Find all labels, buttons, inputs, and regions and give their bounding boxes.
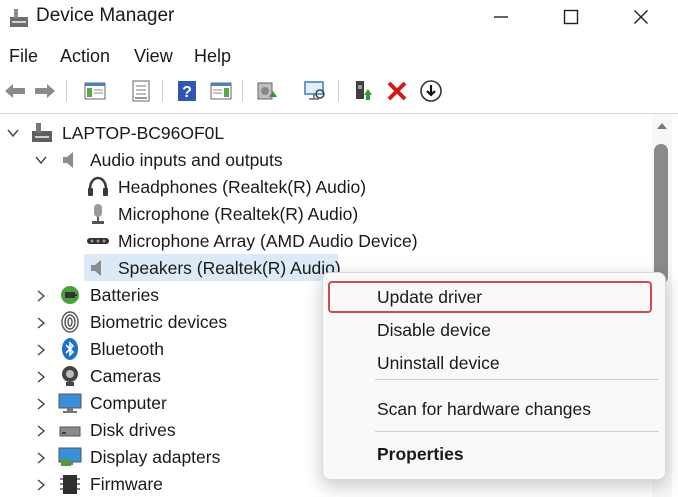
tree-category-batteries[interactable]: Batteries [90, 283, 159, 307]
context-menu-separator [375, 431, 659, 432]
minimize-button[interactable] [478, 0, 524, 34]
tree-category-firmware[interactable]: Firmware [90, 472, 163, 496]
scroll-up-arrow-icon[interactable] [655, 118, 669, 136]
title-bar: Device Manager [0, 0, 678, 34]
properties-sheet-icon[interactable] [128, 78, 154, 104]
chevron-right-icon[interactable] [34, 424, 48, 438]
tree-category-cameras[interactable]: Cameras [90, 364, 161, 388]
chevron-right-icon[interactable] [34, 451, 48, 465]
fingerprint-icon [58, 310, 82, 334]
context-menu-properties[interactable]: Properties [323, 437, 665, 471]
close-button[interactable] [618, 0, 664, 34]
update-driver-label: Update driver [377, 287, 483, 307]
tree-category-biometric[interactable]: Biometric devices [90, 310, 227, 334]
toolbar-separator [338, 80, 339, 102]
speaker-icon [86, 256, 110, 280]
show-hide-console-tree-icon[interactable] [82, 78, 108, 104]
toolbar: ? [0, 74, 678, 108]
device-manager-app-icon [8, 7, 30, 29]
update-driver-icon[interactable] [254, 78, 280, 104]
context-menu-uninstall-device[interactable]: Uninstall device [323, 346, 665, 380]
tree-device-microphone[interactable]: Microphone (Realtek(R) Audio) [118, 202, 358, 226]
menu-action[interactable]: Action [60, 44, 110, 68]
tree-device-microphone-array[interactable]: Microphone Array (AMD Audio Device) [118, 229, 418, 253]
help-icon[interactable]: ? [174, 78, 200, 104]
context-menu-scan-hardware[interactable]: Scan for hardware changes [323, 392, 665, 426]
chevron-right-icon[interactable] [34, 397, 48, 411]
tree-device-speakers[interactable]: Speakers (Realtek(R) Audio) [118, 256, 341, 280]
properties-label: Properties [377, 444, 464, 464]
action-pane-icon[interactable] [208, 78, 234, 104]
firmware-chip-icon [58, 472, 82, 496]
context-menu-update-driver[interactable]: Update driver [323, 280, 665, 314]
forward-arrow-icon[interactable] [32, 78, 58, 104]
toolbar-separator [66, 80, 67, 102]
uninstall-device-icon[interactable] [384, 78, 410, 104]
scan-hardware-label: Scan for hardware changes [377, 399, 592, 419]
scan-hardware-icon[interactable] [302, 78, 328, 104]
menu-view[interactable]: View [134, 44, 173, 68]
menu-file[interactable]: File [9, 44, 38, 68]
bluetooth-icon [58, 337, 82, 361]
tree-category-bluetooth[interactable]: Bluetooth [90, 337, 164, 361]
disable-device-label: Disable device [377, 320, 491, 340]
chevron-right-icon[interactable] [34, 343, 48, 357]
monitor-icon [58, 391, 82, 415]
scrollbar-thumb[interactable] [654, 144, 668, 284]
tree-category-disk-drives[interactable]: Disk drives [90, 418, 176, 442]
tree-category-computer[interactable]: Computer [90, 391, 167, 415]
tree-device-headphones[interactable]: Headphones (Realtek(R) Audio) [118, 175, 366, 199]
tree-category-audio[interactable]: Audio inputs and outputs [90, 148, 283, 172]
back-arrow-icon[interactable] [2, 78, 28, 104]
toolbar-divider [0, 113, 678, 114]
microphone-array-icon [86, 229, 110, 253]
battery-icon [58, 283, 82, 307]
download-icon[interactable] [418, 78, 444, 104]
disk-drive-icon [58, 418, 82, 442]
context-menu-disable-device[interactable]: Disable device [323, 313, 665, 347]
uninstall-device-label: Uninstall device [377, 353, 500, 373]
speaker-icon [58, 148, 82, 172]
tree-root-label[interactable]: LAPTOP-BC96OF0L [62, 121, 224, 145]
toolbar-separator [162, 80, 163, 102]
menu-bar: File Action View Help [0, 44, 678, 68]
display-adapter-icon [58, 445, 82, 469]
headphones-icon [86, 175, 110, 199]
camera-icon [58, 364, 82, 388]
window-title: Device Manager [36, 5, 175, 26]
toolbar-separator [242, 80, 243, 102]
chevron-right-icon[interactable] [34, 316, 48, 330]
chevron-right-icon[interactable] [34, 478, 48, 492]
context-menu: Update driver Disable device Uninstall d… [322, 272, 666, 480]
menu-help[interactable]: Help [194, 44, 231, 68]
chevron-down-icon[interactable] [6, 126, 20, 140]
svg-text:?: ? [182, 84, 192, 101]
tree-category-display-adapters[interactable]: Display adapters [90, 445, 220, 469]
maximize-button[interactable] [548, 0, 594, 34]
enable-device-icon[interactable] [350, 78, 376, 104]
computer-icon [30, 121, 54, 145]
chevron-right-icon[interactable] [34, 370, 48, 384]
context-menu-separator [375, 379, 659, 380]
chevron-right-icon[interactable] [34, 289, 48, 303]
microphone-icon [86, 202, 110, 226]
chevron-down-icon[interactable] [34, 153, 48, 167]
